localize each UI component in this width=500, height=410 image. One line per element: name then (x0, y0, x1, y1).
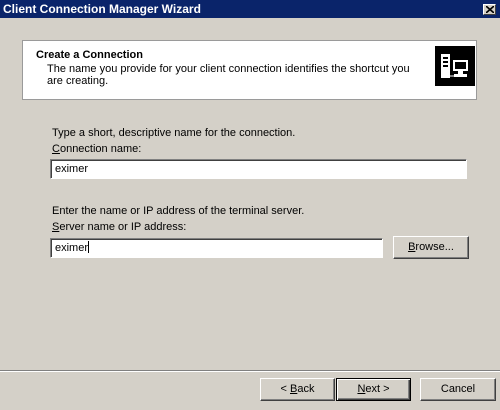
close-icon (486, 6, 494, 13)
header-title: Create a Connection (36, 49, 143, 61)
header-description: The name you provide for your client con… (47, 63, 410, 87)
browse-button[interactable]: Browse... (393, 236, 469, 259)
window-title: Client Connection Manager Wizard (3, 2, 201, 16)
text-caret (88, 241, 90, 253)
server-name-label: Server name or IP address: (52, 221, 187, 233)
close-button[interactable] (483, 4, 496, 15)
title-bar[interactable]: Client Connection Manager Wizard (0, 0, 500, 18)
connection-name-input[interactable]: eximer (50, 159, 467, 179)
footer-separator (0, 370, 500, 372)
wizard-window: Client Connection Manager Wizard Create … (0, 0, 500, 410)
connection-instruction: Type a short, descriptive name for the c… (52, 127, 296, 139)
cancel-button[interactable]: Cancel (420, 378, 496, 401)
back-button[interactable]: < Back (260, 378, 335, 401)
header-panel: Create a Connection The name you provide… (22, 40, 477, 100)
server-name-input[interactable]: eximer (50, 238, 383, 258)
server-instruction: Enter the name or IP address of the term… (52, 205, 305, 217)
terminal-server-icon (435, 46, 475, 86)
next-button[interactable]: Next > (336, 378, 411, 401)
connection-name-label: Connection name: (52, 143, 142, 155)
